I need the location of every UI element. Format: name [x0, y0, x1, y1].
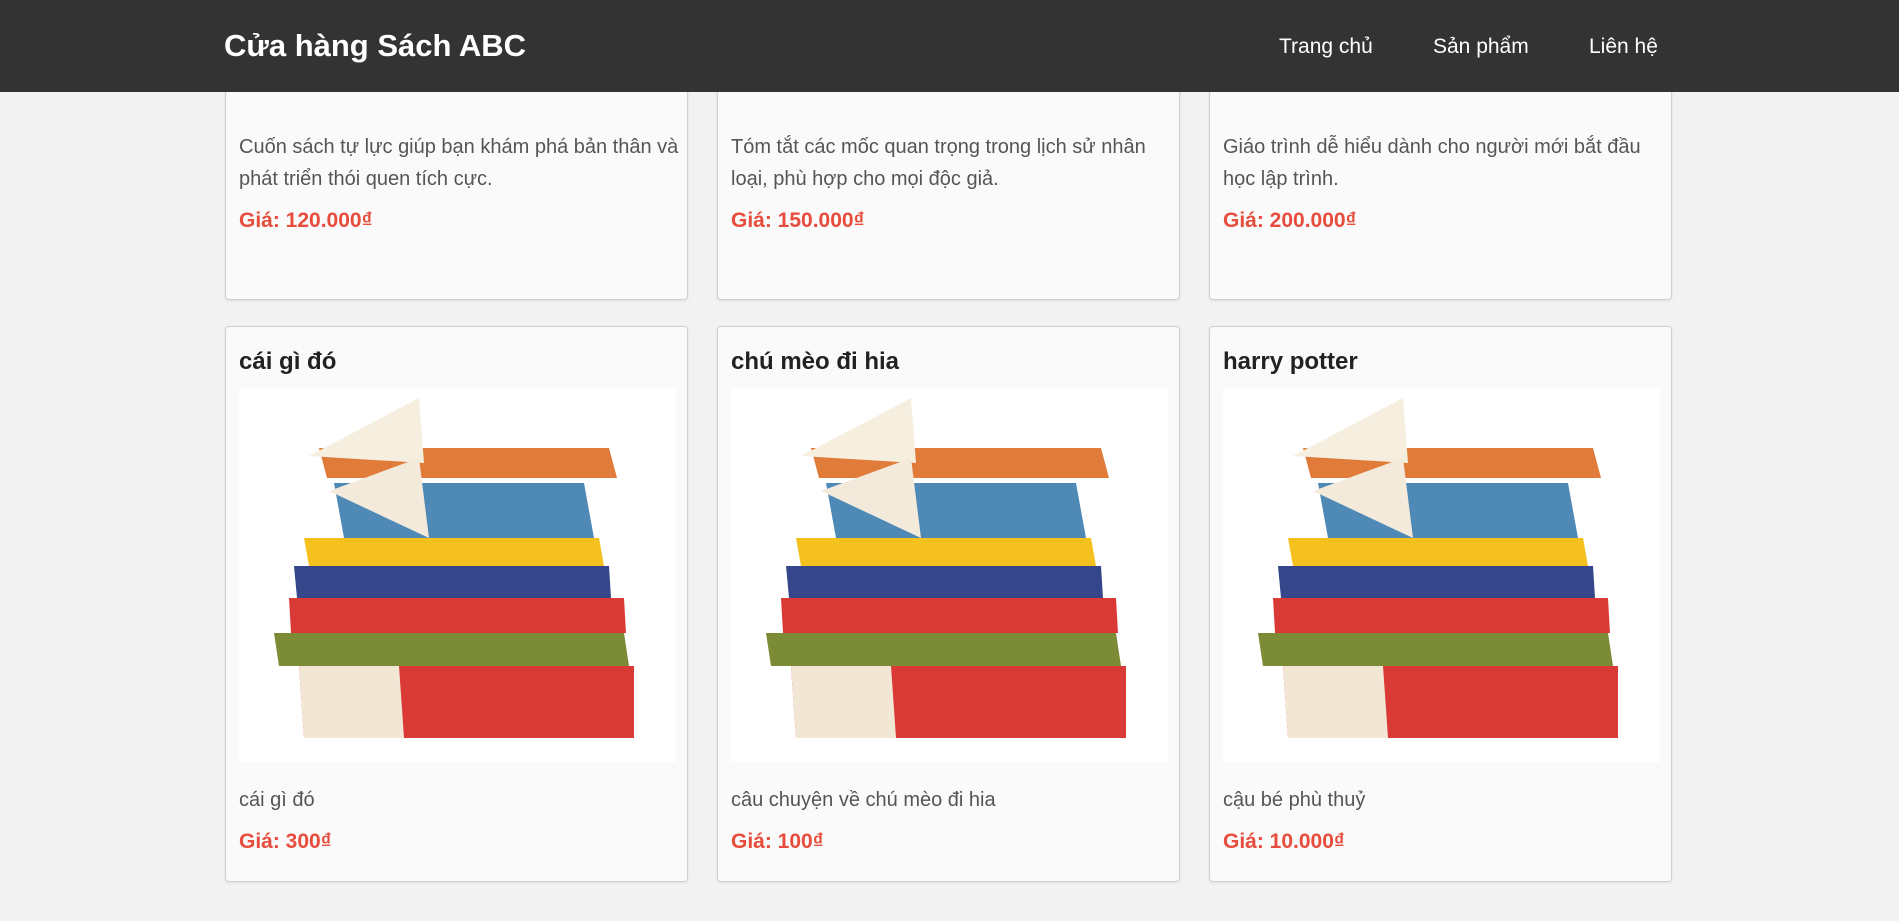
product-title[interactable]: chú mèo đi hia — [731, 347, 899, 377]
product-description: cái gì đó — [239, 789, 315, 811]
product-card[interactable]: cái gì đó cái gì đó Giá: 300₫ — [225, 326, 688, 882]
product-price: Giá: 100₫ — [731, 830, 824, 853]
product-description: cậu bé phù thuỷ — [1223, 789, 1366, 811]
product-image — [1223, 388, 1660, 762]
site-header: Cửa hàng Sách ABC Trang chủ Sản phẩm Liê… — [0, 0, 1899, 92]
product-price: Giá: 150.000₫ — [731, 209, 865, 232]
nav-contact-link[interactable]: Liên hệ — [1589, 34, 1658, 60]
product-description: Tóm tắt các mốc quan trọng trong lịch sử… — [731, 136, 1146, 190]
product-image — [239, 388, 676, 762]
product-card[interactable]: chú mèo đi hia câu chuyện về chú mèo đi … — [717, 326, 1180, 882]
product-description: Cuốn sách tự lực giúp bạn khám phá bản t… — [239, 136, 679, 190]
product-card[interactable]: harry potter cậu bé phù thuỷ Giá: 10.000… — [1209, 326, 1672, 882]
product-description: câu chuyện về chú mèo đi hia — [731, 789, 996, 811]
product-description: Giáo trình dễ hiểu dành cho người mới bắ… — [1223, 136, 1641, 190]
product-title[interactable]: cái gì đó — [239, 347, 336, 377]
product-price: Giá: 10.000₫ — [1223, 830, 1345, 853]
product-image — [731, 388, 1168, 762]
product-price: Giá: 300₫ — [239, 830, 332, 853]
product-price: Giá: 120.000₫ — [239, 209, 373, 232]
product-price: Giá: 200.000₫ — [1223, 209, 1357, 232]
product-title[interactable]: harry potter — [1223, 347, 1358, 377]
nav-products-link[interactable]: Sản phẩm — [1433, 34, 1529, 60]
main-nav: Trang chủ Sản phẩm Liên hệ — [0, 34, 1899, 60]
nav-home-link[interactable]: Trang chủ — [1279, 34, 1373, 60]
